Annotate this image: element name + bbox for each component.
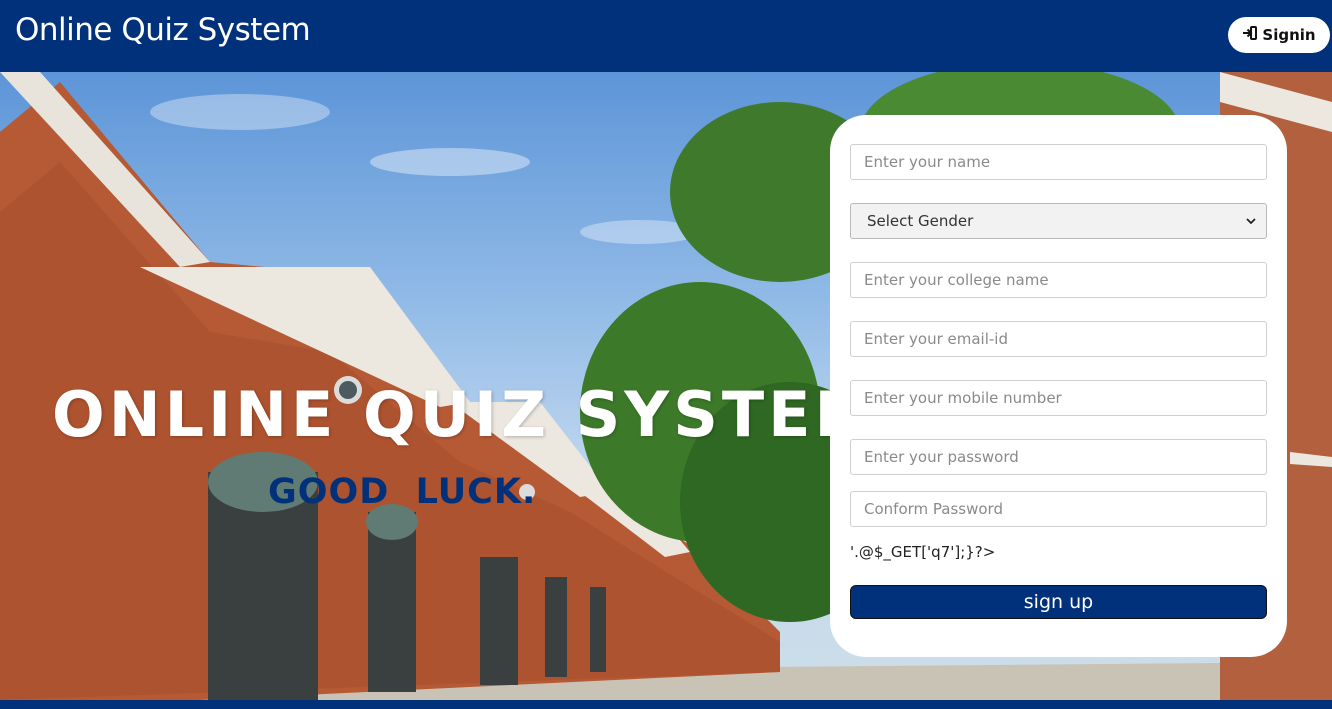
chevron-down-icon [1246, 212, 1256, 230]
app-brand[interactable]: Online Quiz System [15, 12, 311, 48]
name-input[interactable] [850, 144, 1267, 180]
confirm-password-input[interactable] [850, 491, 1267, 527]
email-input[interactable] [850, 321, 1267, 357]
gender-select-value: Select Gender [867, 212, 974, 230]
raw-php-text: '.@$_GET['q7'];}?> [850, 543, 996, 561]
top-navbar: Online Quiz System Signin [0, 0, 1332, 72]
signin-button[interactable]: Signin [1228, 17, 1330, 53]
signup-button[interactable]: sign up [850, 585, 1267, 619]
hero-subtitle: GOOD LUCK. [268, 472, 537, 512]
mobile-input[interactable] [850, 380, 1267, 416]
signin-label: Signin [1262, 26, 1316, 44]
footer-bar [0, 700, 1332, 709]
signup-form-card: Select Gender '.@$_GET['q7'];}?> sign up [830, 115, 1287, 657]
sign-in-icon [1242, 25, 1258, 45]
college-input[interactable] [850, 262, 1267, 298]
password-input[interactable] [850, 439, 1267, 475]
gender-select[interactable]: Select Gender [850, 203, 1267, 239]
hero-title: ONLINE QUIZ SYSTEM [52, 378, 881, 451]
